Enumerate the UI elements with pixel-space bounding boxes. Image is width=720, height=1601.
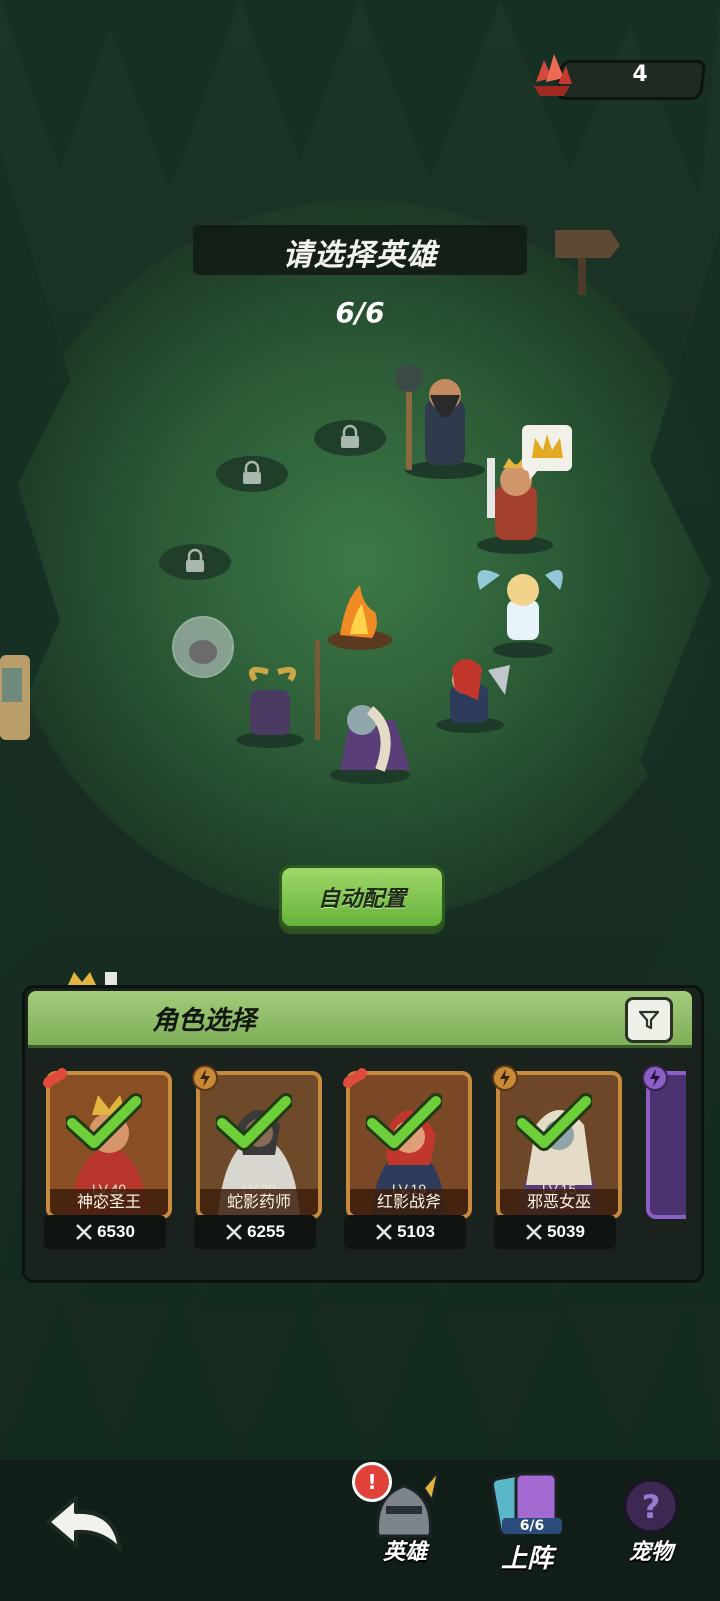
hero-power: 5039 [494, 1215, 616, 1249]
hero-power: 6255 [194, 1215, 316, 1249]
back-button[interactable] [38, 1488, 128, 1560]
panel-title: 角色选择 [152, 1006, 257, 1036]
strength-badge-icon [343, 1068, 367, 1088]
check-icon [366, 1093, 442, 1151]
page-title: 请选择英雄 [282, 238, 438, 273]
red-crystal-icon [534, 54, 572, 96]
hero-name: 邪恶女巫 [500, 1189, 618, 1215]
filter-button[interactable] [625, 997, 673, 1043]
svg-text:?: ? [642, 1488, 661, 1526]
pets-tab-label: 宠物 [628, 1540, 673, 1565]
pets-tab[interactable]: ? 宠物 [606, 1462, 696, 1572]
hero-card-list[interactable]: LV.40 神宓圣王 6530 LV.29 蛇影药师 6255 [34, 1055, 686, 1265]
deploy-tab[interactable]: 6/6 上阵 [482, 1462, 582, 1582]
hero-portrait-partial [646, 1071, 686, 1219]
crossed-swords-icon [76, 1224, 92, 1240]
hero-name: 蛇影药师 [200, 1189, 318, 1215]
hero-name: 红影战斧 [350, 1189, 468, 1215]
hero-power-value: 5039 [547, 1222, 585, 1241]
hero-card[interactable]: LV.19 红影战斧 5103 [343, 1055, 472, 1255]
filter-icon [638, 1010, 660, 1030]
heroes-tab[interactable]: ! 英雄 [352, 1462, 450, 1572]
check-icon [66, 1093, 142, 1151]
energy-badge-icon [642, 1065, 668, 1091]
deploy-tab-label: 上阵 [500, 1544, 553, 1574]
deploy-count: 6/6 [502, 1518, 562, 1534]
auto-config-button[interactable]: 自动配置 [279, 865, 445, 929]
selection-count: 6/6 [335, 296, 385, 329]
hero-power-value: 6255 [247, 1222, 285, 1241]
energy-badge-icon [192, 1065, 218, 1091]
heroes-tab-label: 英雄 [382, 1540, 427, 1565]
back-arrow-icon [46, 1496, 122, 1552]
crossed-swords-icon [226, 1224, 242, 1240]
crossed-swords-icon [376, 1224, 392, 1240]
hero-power: 5103 [344, 1215, 466, 1249]
strength-badge-icon [43, 1068, 67, 1088]
check-icon [516, 1093, 592, 1151]
energy-badge-icon [492, 1065, 518, 1091]
hero-name: 神宓圣王 [50, 1189, 168, 1215]
crossed-swords-icon [526, 1224, 542, 1240]
heroes-alert-badge: ! [352, 1462, 392, 1502]
hero-card-partial[interactable] [642, 1055, 686, 1255]
check-icon [216, 1093, 292, 1151]
hero-power-value: 5103 [397, 1222, 435, 1241]
panel-header [28, 991, 692, 1048]
hero-card[interactable]: LV.40 神宓圣王 6530 [43, 1055, 172, 1255]
hero-card[interactable]: LV.15 邪恶女巫 5039 [492, 1055, 622, 1255]
hero-power: 6530 [44, 1215, 166, 1249]
hero-power-value: 6530 [97, 1222, 135, 1241]
crystal-count: 4 [632, 62, 648, 87]
hero-card[interactable]: LV.29 蛇影药师 6255 [192, 1055, 322, 1255]
